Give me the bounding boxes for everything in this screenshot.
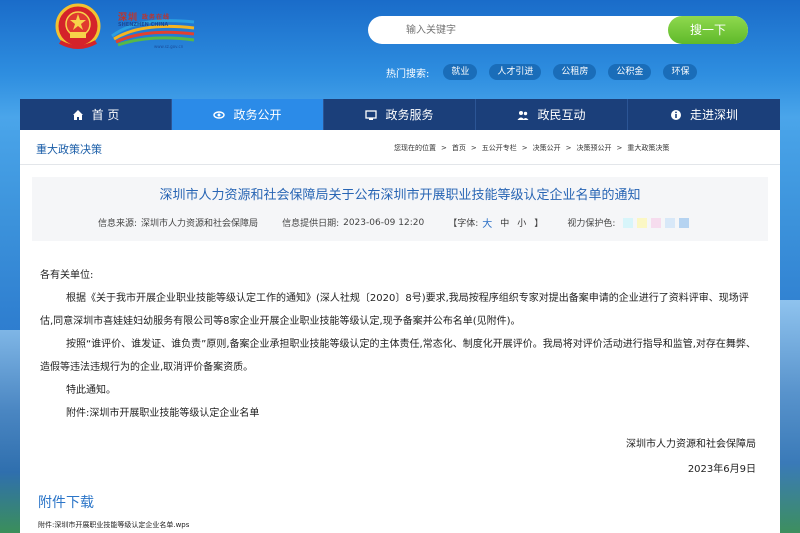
vision-color-swatch[interactable]	[679, 217, 690, 228]
nav-interaction-label: 政民互动	[537, 108, 586, 122]
article-body: 各有关单位: 根据《关于我市开展企业职业技能等级认定工作的通知》(深人社规〔20…	[40, 264, 760, 425]
breadcrumb-bar: 重大政策决策 您现在的位置 > 首页 > 五公开专栏 > 决策公开 > 决策预公…	[20, 130, 780, 165]
site-logo[interactable]: 深圳 政务在线 SHENZHEN CHINA www.sz.gov.cn	[108, 6, 196, 49]
nav-gov-affairs[interactable]: 政务公开	[172, 99, 324, 130]
vision-color-swatch[interactable]	[651, 217, 662, 228]
main-nav: 首 页 政务公开 政务服务 政民互动 走进深圳	[20, 99, 780, 130]
hot-tag-talent[interactable]: 人才引进	[489, 64, 542, 80]
nav-interaction[interactable]: 政民互动	[476, 99, 628, 130]
hot-tag-fund[interactable]: 公积金	[608, 64, 652, 80]
breadcrumb-item-five-open[interactable]: 五公开专栏	[482, 143, 517, 153]
breadcrumb: 您现在的位置 > 首页 > 五公开专栏 > 决策公开 > 决策预公开 > 重大政…	[394, 143, 674, 153]
date-value: 2023-06-09 12:20	[343, 217, 425, 228]
source-value: 深圳市人力资源和社会保障局	[141, 219, 259, 229]
nav-shenzhen-label: 走进深圳	[689, 108, 738, 122]
service-icon	[365, 109, 378, 121]
article-paragraph: 按照“谁评价、谁发证、谁负责”原则,备案企业承担职业技能等级认定的主体责任,常态…	[40, 339, 756, 373]
breadcrumb-location-label: 您现在的位置	[394, 144, 436, 152]
logo-subtitle: SHENZHEN CHINA	[118, 22, 169, 28]
breadcrumb-item-home[interactable]: 首页	[452, 143, 466, 153]
article-closing: 特此通知。	[66, 385, 116, 396]
hot-search-label: 热门搜索:	[386, 68, 430, 80]
breadcrumb-item-decision-open[interactable]: 决策公开	[533, 143, 561, 153]
search-input[interactable]	[368, 16, 668, 44]
vision-color-swatch[interactable]	[665, 217, 676, 228]
vision-color-swatch[interactable]	[637, 217, 648, 228]
breadcrumb-separator: >	[470, 144, 477, 152]
font-medium-option[interactable]: 中	[500, 216, 509, 229]
article-paragraph: 根据《关于我市开展企业职业技能等级认定工作的通知》(深人社规〔2020〕8号)要…	[40, 293, 749, 327]
logo-url: www.sz.gov.cn	[154, 44, 184, 49]
attachment-file-link[interactable]: 附件:深圳市开展职业技能等级认定企业名单.wps	[38, 520, 189, 530]
font-size-close: 】	[534, 219, 544, 229]
search-button[interactable]: 搜一下	[668, 16, 748, 44]
attachments-title: 附件下载	[38, 495, 94, 511]
breadcrumb-separator: >	[565, 144, 572, 152]
open-icon	[213, 109, 226, 121]
font-small-option[interactable]: 小	[517, 216, 526, 229]
nav-gov-affairs-label: 政务公开	[233, 108, 282, 122]
date-label: 信息提供日期:	[282, 219, 340, 229]
logo-tag: 政务在线	[142, 14, 171, 21]
vision-color-swatch[interactable]	[623, 217, 634, 228]
breadcrumb-separator: >	[616, 144, 623, 152]
hot-tag-environment[interactable]: 环保	[663, 64, 698, 80]
nav-gov-service-label: 政务服务	[385, 108, 434, 122]
content-panel: 重大政策决策 您现在的位置 > 首页 > 五公开专栏 > 决策公开 > 决策预公…	[20, 130, 780, 533]
article-meta: 信息来源: 深圳市人力资源和社会保障局 信息提供日期: 2023-06-09 1…	[98, 215, 693, 230]
breadcrumb-separator: >	[441, 144, 447, 152]
article-attachment-note: 附件:深圳市开展职业技能等级认定企业名单	[66, 408, 260, 419]
article-sign-date: 2023年6月9日	[687, 464, 756, 475]
skyline-right	[778, 300, 800, 533]
source-label: 信息来源:	[98, 219, 138, 229]
article-salutation: 各有关单位:	[40, 270, 94, 281]
font-large-option[interactable]: 大	[482, 215, 492, 230]
info-icon	[670, 109, 682, 121]
breadcrumb-item-major-policy[interactable]: 重大政策决策	[627, 143, 669, 153]
article-signature: 深圳市人力资源和社会保障局	[626, 439, 756, 450]
nav-home-label: 首 页	[91, 108, 120, 122]
hot-tag-housing[interactable]: 公租房	[553, 64, 597, 80]
skyline-left	[0, 330, 22, 533]
font-size-label: 【字体:	[448, 219, 479, 229]
people-icon	[517, 109, 529, 121]
article-title: 深圳市人力资源和社会保障局关于公布深圳市开展职业技能等级认定企业名单的通知	[159, 188, 641, 203]
article-header: 深圳市人力资源和社会保障局关于公布深圳市开展职业技能等级认定企业名单的通知 信息…	[32, 177, 768, 241]
national-emblem-icon[interactable]	[52, 2, 104, 52]
hot-tag-jobs[interactable]: 就业	[443, 64, 478, 80]
hot-search: 热门搜索: 就业 人才引进 公租房 公积金 环保	[386, 64, 709, 80]
breadcrumb-separator: >	[521, 144, 528, 152]
site-header: 深圳 政务在线 SHENZHEN CHINA www.sz.gov.cn 搜一下…	[0, 0, 800, 96]
section-title[interactable]: 重大政策决策	[36, 141, 102, 157]
search-bar: 搜一下	[368, 16, 748, 44]
vision-protect-label: 视力保护色:	[567, 219, 616, 229]
nav-home[interactable]: 首 页	[20, 99, 172, 130]
breadcrumb-item-decision-preopen[interactable]: 决策预公开	[577, 143, 612, 153]
nav-shenzhen[interactable]: 走进深圳	[628, 99, 780, 130]
nav-gov-service[interactable]: 政务服务	[324, 99, 476, 130]
home-icon	[72, 109, 84, 121]
